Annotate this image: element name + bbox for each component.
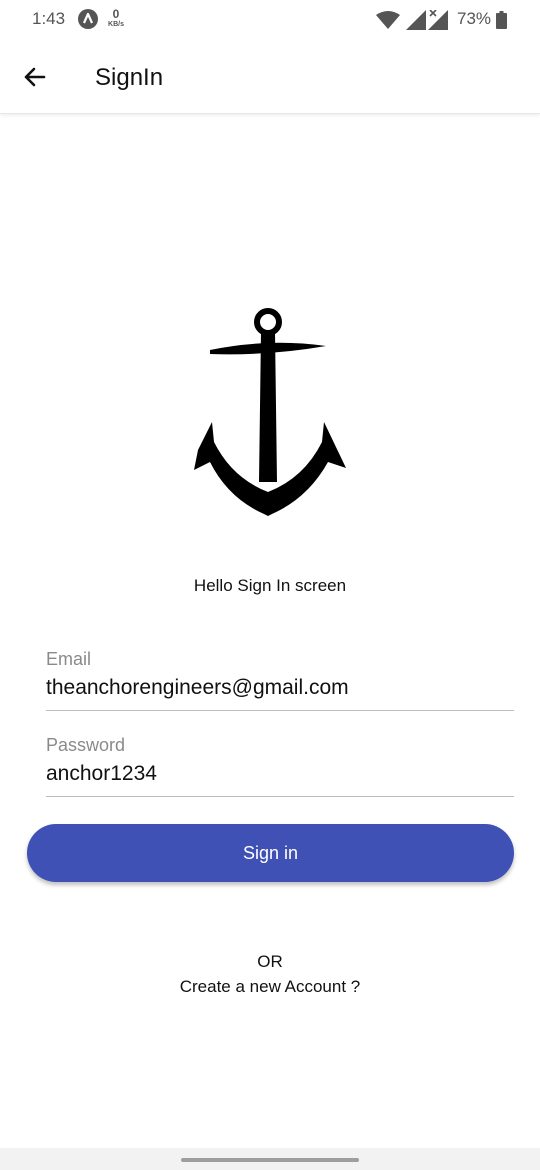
anchor-icon	[194, 308, 346, 516]
email-input[interactable]: theanchorengineers@gmail.com	[46, 676, 349, 700]
email-label: Email	[46, 649, 92, 669]
wifi-icon	[376, 11, 400, 29]
hello-text: Hello Sign In screen	[193, 576, 347, 595]
app-bar: SignIn	[0, 40, 540, 114]
home-indicator[interactable]	[181, 1158, 359, 1162]
status-time: 1:43	[32, 9, 66, 28]
navigation-bar	[0, 1148, 540, 1170]
back-button[interactable]	[18, 60, 52, 94]
email-field[interactable]: Email theanchorengineers@gmail.com	[46, 647, 514, 711]
sign-in-button[interactable]: Sign in	[27, 824, 514, 882]
password-label: Password	[46, 735, 126, 755]
arrow-left-icon	[24, 67, 46, 87]
password-input[interactable]: anchor1234	[46, 762, 157, 786]
network-speed-unit: KB/s	[108, 21, 124, 28]
network-speed-value: 0	[112, 7, 120, 21]
network-speed: 0 KB/s	[104, 8, 128, 28]
or-text: OR	[257, 952, 283, 971]
create-account-link[interactable]: Create a new Account ?	[0, 977, 540, 997]
status-bar: 1:43 0 KB/s 73%	[0, 0, 540, 40]
app-notification-icon	[78, 9, 98, 29]
page-title: SignIn	[95, 64, 164, 91]
cell-signal-no-data-icon	[428, 10, 448, 30]
battery-percent: 73%	[457, 9, 492, 28]
battery-icon	[496, 11, 507, 29]
password-field[interactable]: Password anchor1234	[46, 733, 514, 797]
cell-signal-icon	[406, 10, 426, 30]
